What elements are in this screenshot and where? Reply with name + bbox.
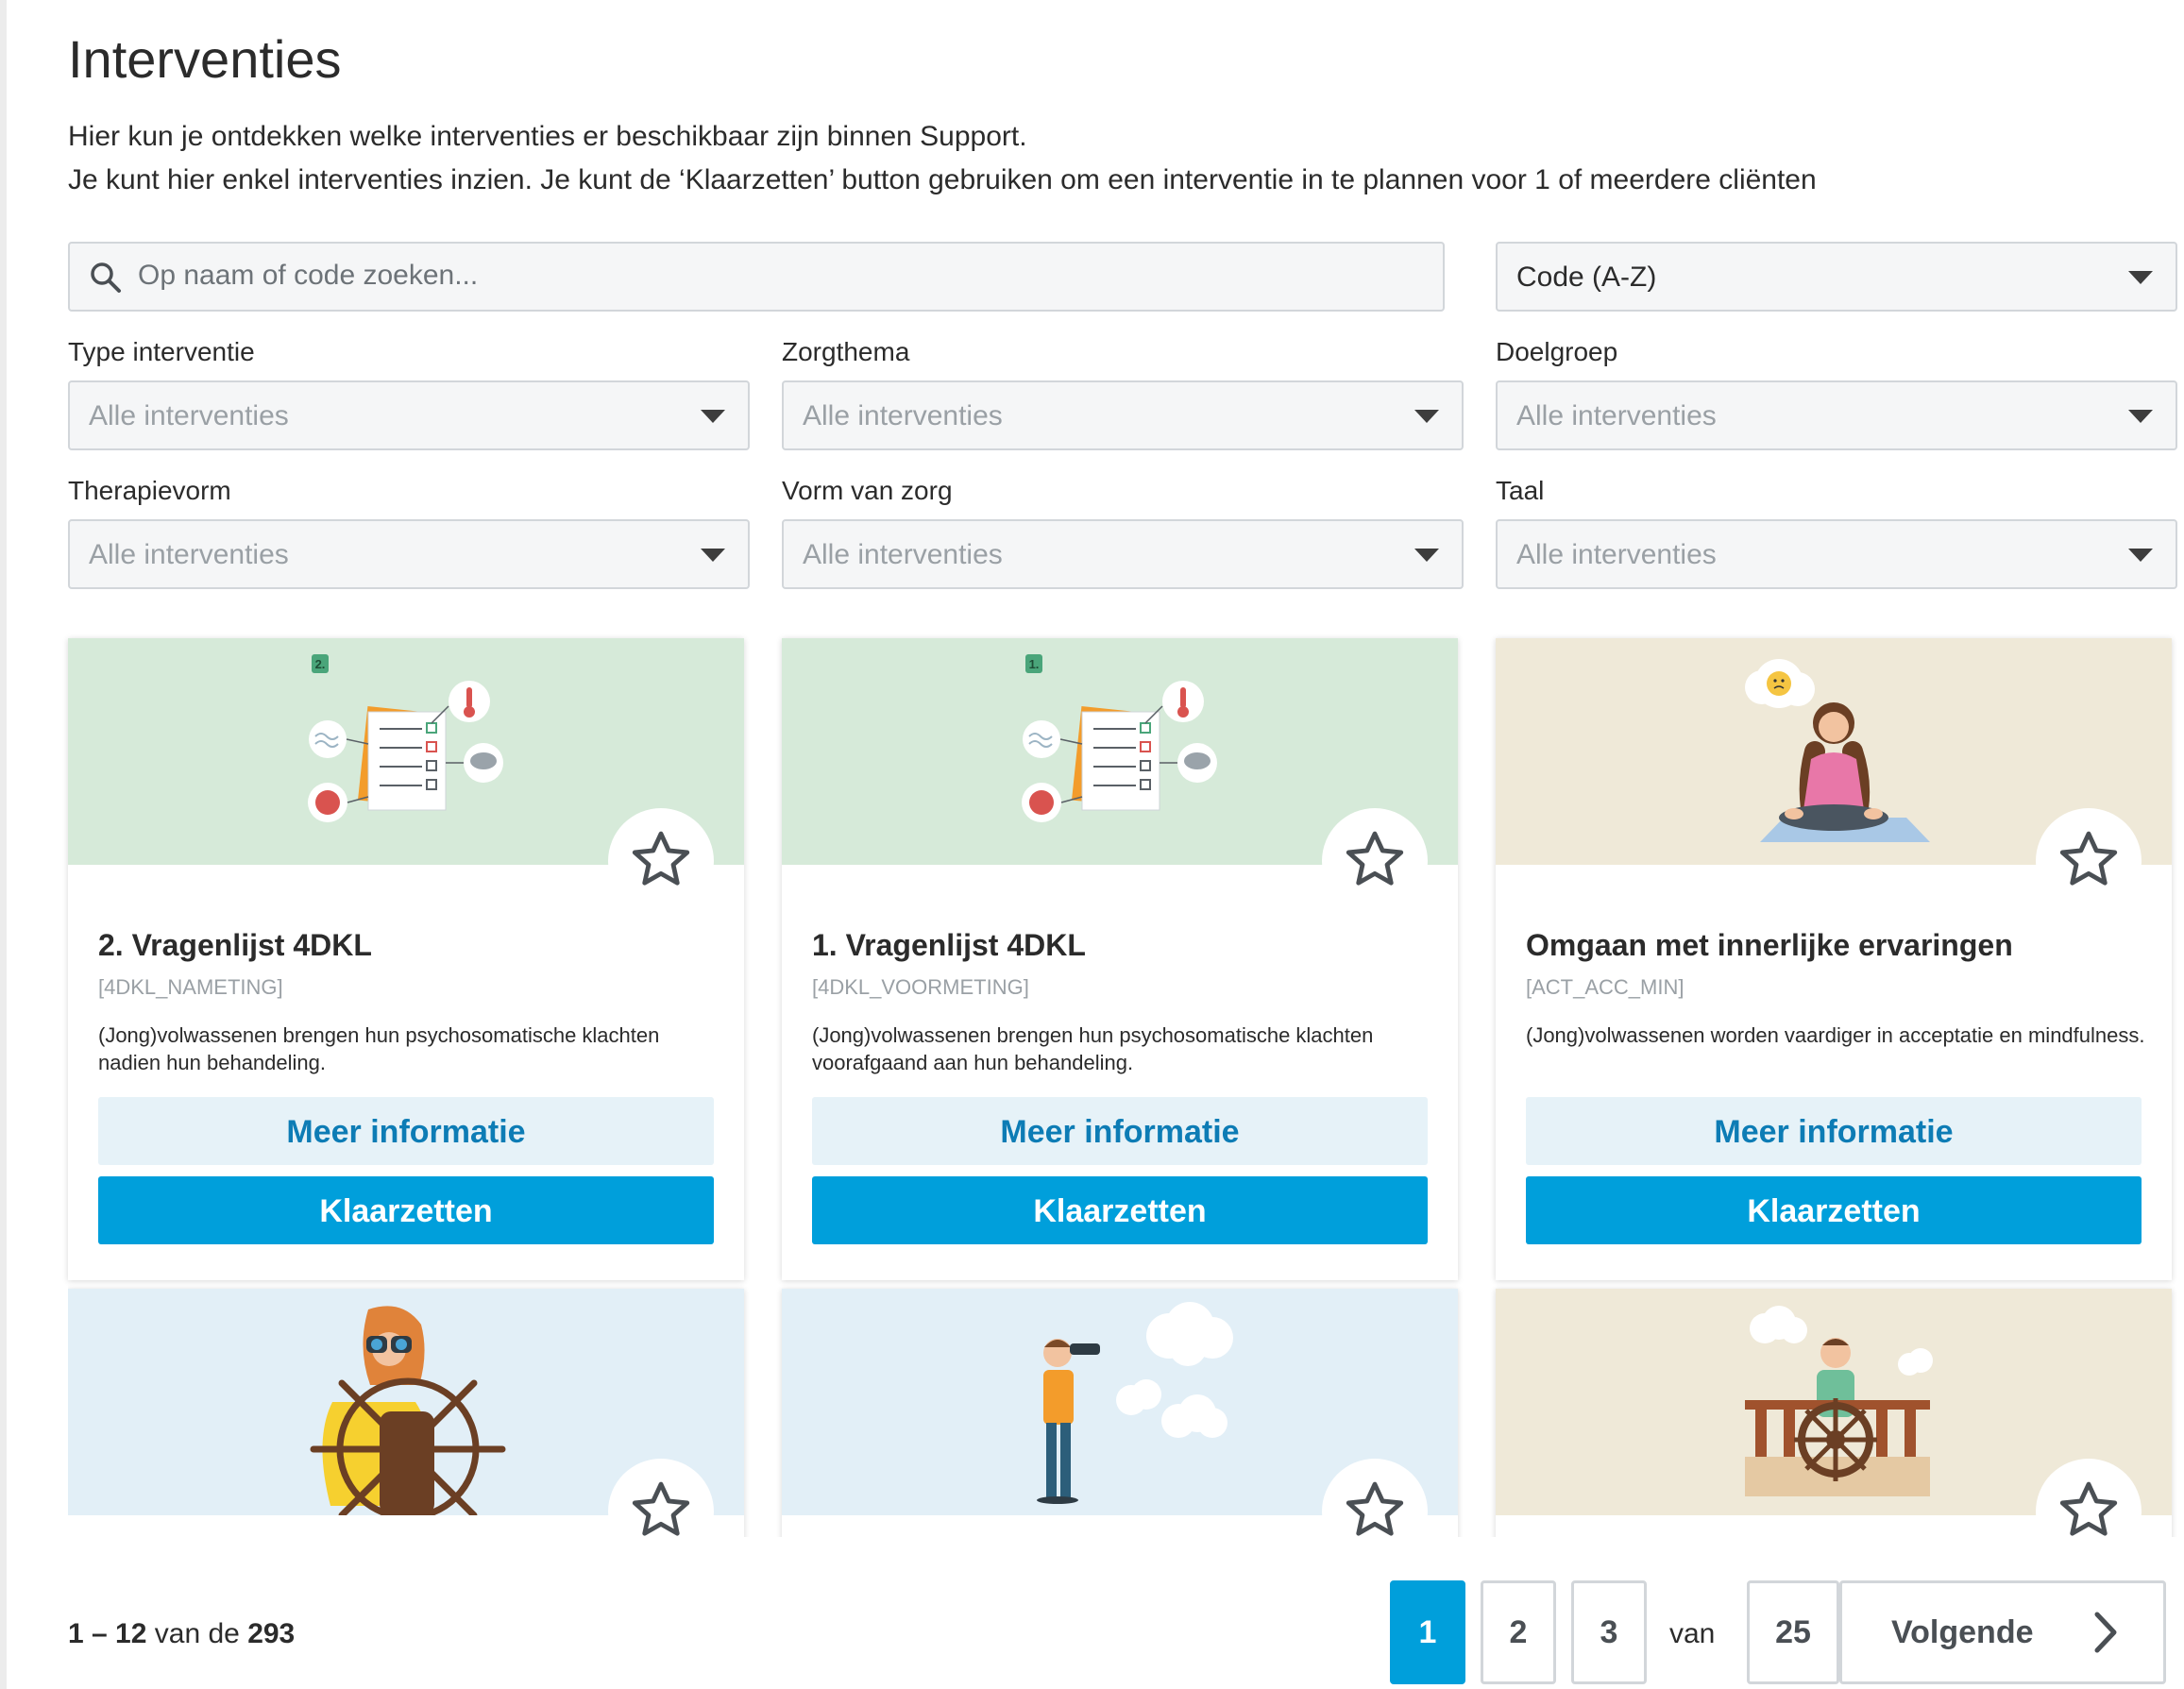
filter-zorgthema-value: Alle interventies [803,400,1003,431]
left-border [0,0,7,1689]
card-title: 1. Vragenlijst 4DKL [812,928,1086,962]
intro-line-1: Hier kun je ontdekken welke interventies… [68,121,1027,152]
sort-value: Code (A-Z) [1516,262,1657,293]
chevron-down-icon [701,410,725,423]
star-icon [1346,831,1404,886]
intervention-card [1496,1289,2172,1537]
search-icon [89,261,123,295]
filter-label-therapievorm: Therapievorm [68,476,231,505]
interventions-page: Interventies Hier kun je ontdekken welke… [68,0,2177,1689]
card-description: (Jong)volwassenen brengen hun psychosoma… [98,1023,660,1074]
questionnaire-badge: 2. [315,657,326,671]
intervention-card [782,1289,1458,1537]
range-total: 293 [247,1618,296,1649]
schedule-button[interactable]: Klaarzetten [98,1176,714,1244]
favorite-button[interactable] [1322,808,1428,914]
page-button-3[interactable]: 3 [1571,1580,1647,1684]
chevron-right-icon [2094,1612,2117,1653]
filter-label-vorm-van-zorg: Vorm van zorg [782,476,953,505]
search-input[interactable]: Op naam of code zoeken... [68,242,1445,312]
range-end: 12 [115,1618,147,1649]
next-label: Volgende [1891,1614,2034,1650]
filter-vorm-van-zorg-value: Alle interventies [803,539,1003,570]
filter-zorgthema-select[interactable]: Alle interventies [782,380,1464,450]
filter-taal-select[interactable]: Alle interventies [1496,519,2177,589]
page-button-1[interactable]: 1 [1390,1580,1465,1684]
filter-label-type: Type interventie [68,337,255,366]
star-icon [1346,1481,1404,1536]
card-title: Omgaan met innerlijke ervaringen [1526,928,2013,962]
range-of-label: van de [154,1618,240,1649]
sort-select[interactable]: Code (A-Z) [1496,242,2177,312]
card-code: [ACT_ACC_MIN] [1526,975,1685,999]
filter-label-taal: Taal [1496,476,1545,505]
card-description: (Jong)volwassenen brengen hun psychosoma… [812,1023,1374,1074]
filter-label-doelgroep: Doelgroep [1496,337,1618,366]
intro-line-2: Je kunt hier enkel interventies inzien. … [68,164,1817,195]
filter-type-value: Alle interventies [89,400,289,431]
chevron-down-icon [1414,410,1439,423]
chevron-down-icon [2128,410,2153,423]
card-description: (Jong)volwassenen worden vaardiger in ac… [1526,1023,2145,1047]
next-page-button[interactable]: Volgende [1839,1580,2166,1684]
favorite-button[interactable] [2036,808,2142,914]
filter-therapievorm-value: Alle interventies [89,539,289,570]
favorite-button[interactable] [608,808,714,914]
chevron-down-icon [701,549,725,562]
filter-therapievorm-select[interactable]: Alle interventies [68,519,750,589]
questionnaire-badge: 1. [1029,657,1040,671]
intervention-card: Omgaan met innerlijke ervaringen [ACT_AC… [1496,638,2172,1280]
result-range: 1 – 12 van de 293 [68,1618,296,1649]
filter-doelgroep-select[interactable]: Alle interventies [1496,380,2177,450]
chevron-down-icon [1414,549,1439,562]
search-placeholder: Op naam of code zoeken... [138,260,479,291]
filter-type-select[interactable]: Alle interventies [68,380,750,450]
chevron-down-icon [2128,271,2153,284]
filter-label-zorgthema: Zorgthema [782,337,910,366]
page-title: Interventies [68,29,342,89]
star-icon [2059,831,2118,886]
card-title: 2. Vragenlijst 4DKL [98,928,372,962]
pagination-of-label: van [1669,1618,1716,1649]
star-icon [2059,1481,2118,1536]
more-info-button[interactable]: Meer informatie [812,1097,1428,1165]
card-code: [4DKL_NAMETING] [98,975,283,999]
page-intro: Hier kun je ontdekken welke interventies… [68,115,1817,202]
chevron-down-icon [2128,549,2153,562]
star-icon [632,1481,690,1536]
more-info-button[interactable]: Meer informatie [1526,1097,2142,1165]
schedule-button[interactable]: Klaarzetten [812,1176,1428,1244]
intervention-card: 1. 1. Vragenlijst 4DKL [4DKL_VOORMETING]… [782,638,1458,1280]
filter-doelgroep-value: Alle interventies [1516,400,1717,431]
schedule-button[interactable]: Klaarzetten [1526,1176,2142,1244]
card-grid-scroll-clip [68,1279,2184,1537]
star-icon [632,831,690,886]
range-start: 1 [68,1618,84,1649]
intervention-card: 2. 2. Vragenlijst 4DKL [4DKL_NAMETING] (… [68,638,744,1280]
card-code: [4DKL_VOORMETING] [812,975,1029,999]
filter-vorm-van-zorg-select[interactable]: Alle interventies [782,519,1464,589]
more-info-button[interactable]: Meer informatie [98,1097,714,1165]
page-button-2[interactable]: 2 [1481,1580,1556,1684]
page-button-last[interactable]: 25 [1747,1580,1839,1684]
filter-taal-value: Alle interventies [1516,539,1717,570]
intervention-card [68,1289,744,1537]
